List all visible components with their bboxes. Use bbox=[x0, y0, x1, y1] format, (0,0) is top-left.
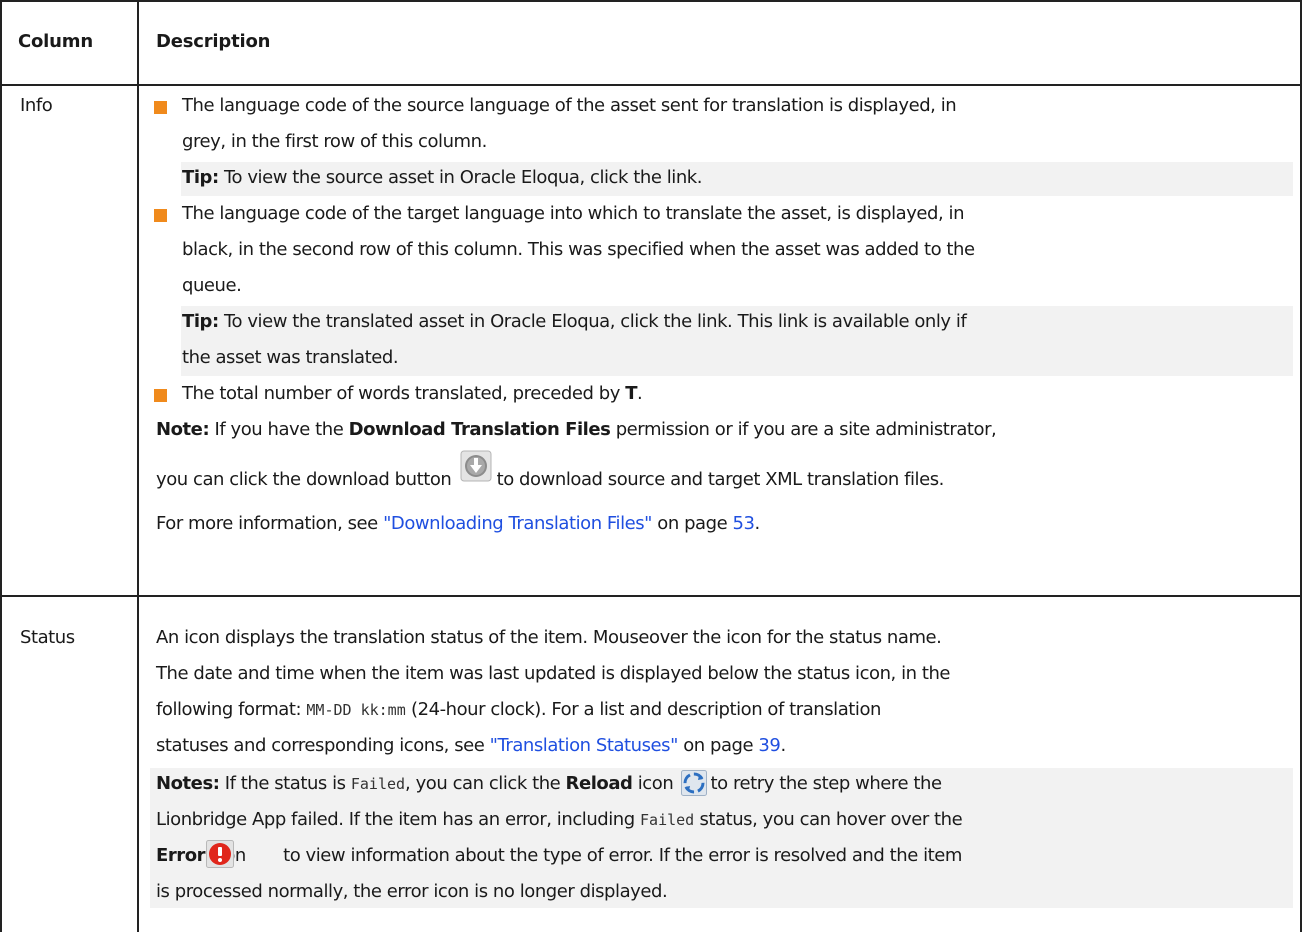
status-line4: statuses and corresponding icons, see "T… bbox=[156, 735, 786, 756]
reload-icon[interactable] bbox=[681, 770, 707, 796]
info-bullet1-line1: The language code of the source language… bbox=[182, 95, 957, 116]
header-description: Description bbox=[156, 31, 271, 52]
download-icon[interactable] bbox=[460, 450, 492, 482]
row-label-status: Status bbox=[20, 627, 75, 648]
info-bullet2-line3: queue. bbox=[182, 275, 242, 296]
bullet-icon bbox=[154, 209, 167, 222]
bullet-icon bbox=[154, 101, 167, 114]
bullet-icon bbox=[154, 389, 167, 402]
status-line3: following format: MM-DD kk:mm (24-hour c… bbox=[156, 699, 881, 720]
note-line1: Note: If you have the Download Translati… bbox=[156, 419, 997, 440]
error-icon[interactable] bbox=[206, 840, 234, 868]
description-table: Column Description Info The language cod… bbox=[0, 0, 1302, 932]
table-left-border bbox=[0, 0, 2, 932]
table-top-border bbox=[0, 0, 1302, 2]
note-line2: you can click the download button to dow… bbox=[156, 469, 944, 490]
status-line2: The date and time when the item was last… bbox=[156, 663, 951, 684]
status-notes-line3: Error icon to view information about the… bbox=[156, 845, 962, 866]
tip-source: Tip: To view the source asset in Oracle … bbox=[182, 167, 703, 188]
tip-target-line2: the asset was translated. bbox=[182, 347, 399, 368]
info-bullet3: The total number of words translated, pr… bbox=[182, 383, 643, 404]
link-translation-statuses[interactable]: "Translation Statuses" bbox=[490, 735, 679, 756]
column-divider bbox=[137, 0, 139, 932]
header-column: Column bbox=[18, 31, 93, 52]
status-line1: An icon displays the translation status … bbox=[156, 627, 942, 648]
page-link-39[interactable]: 39 bbox=[758, 735, 780, 756]
status-notes-line1: Notes: If the status is Failed, you can … bbox=[156, 773, 942, 794]
row-divider bbox=[0, 595, 1302, 597]
row-label-info: Info bbox=[20, 95, 53, 116]
status-notes-line2: Lionbridge App failed. If the item has a… bbox=[156, 809, 963, 830]
info-bullet2-line1: The language code of the target language… bbox=[182, 203, 965, 224]
info-bullet2-line2: black, in the second row of this column.… bbox=[182, 239, 975, 260]
link-downloading-translation-files[interactable]: "Downloading Translation Files" bbox=[383, 513, 652, 534]
page-link-53[interactable]: 53 bbox=[733, 513, 755, 534]
tip-target-line1: Tip: To view the translated asset in Ora… bbox=[182, 311, 967, 332]
status-notes-line4: is processed normally, the error icon is… bbox=[156, 881, 668, 902]
info-bullet1-line2: grey, in the first row of this column. bbox=[182, 131, 487, 152]
note-line3: For more information, see "Downloading T… bbox=[156, 513, 760, 534]
header-divider bbox=[0, 84, 1302, 86]
